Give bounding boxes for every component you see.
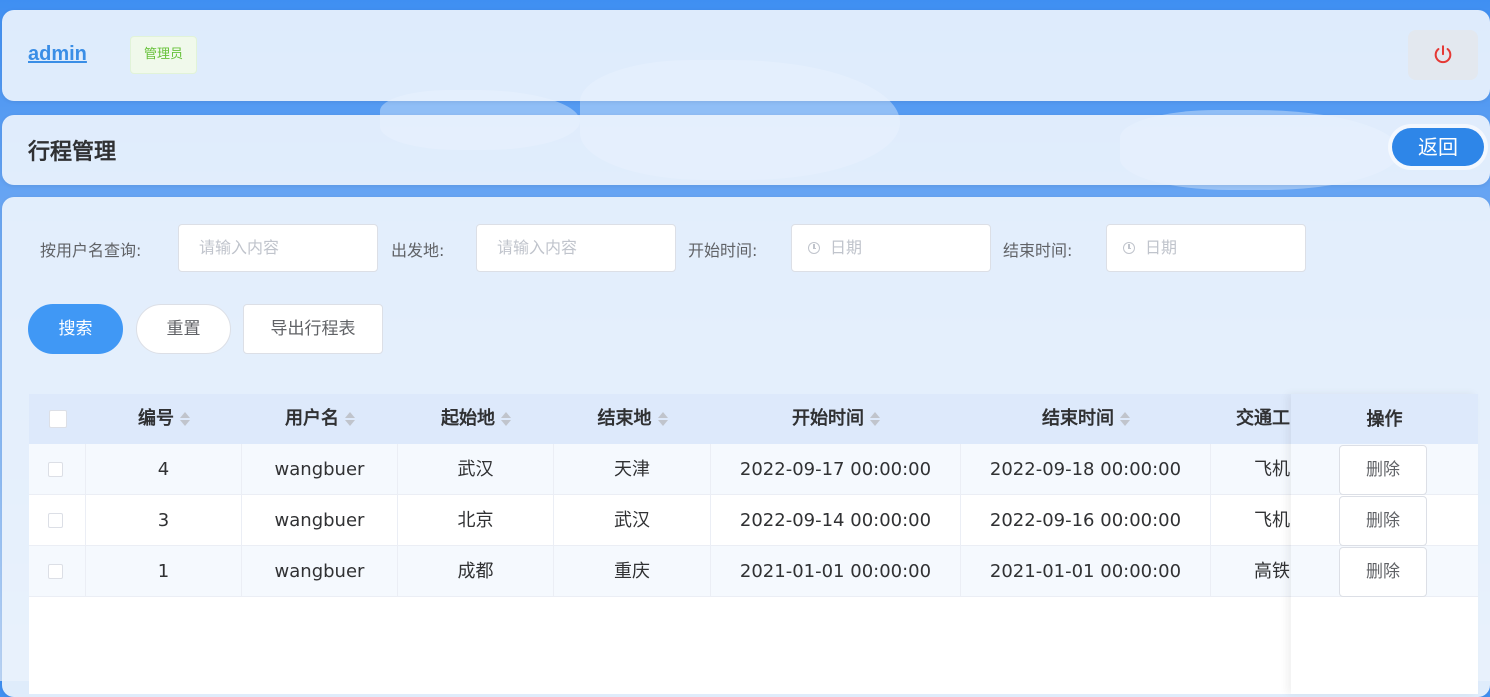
col-start-time[interactable]: 开始时间 (711, 394, 961, 444)
col-id-label: 编号 (138, 408, 174, 429)
table-header: 编号 用户名 起始地 结束地 开始时间 结束时间 交通工 (29, 394, 1478, 444)
reset-button[interactable]: 重置 (136, 304, 231, 354)
row-checkbox[interactable] (48, 564, 63, 579)
table-row: 1 wangbuer 成都 重庆 2021-01-01 00:00:00 202… (29, 546, 1478, 597)
end-time-label: 结束时间: (1003, 241, 1073, 260)
role-badge: 管理员 (130, 36, 198, 74)
table-row: 4 wangbuer 武汉 天津 2022-09-17 00:00:00 202… (29, 444, 1478, 495)
row-checkbox[interactable] (48, 462, 63, 477)
username-filter-label: 按用户名查询: (40, 241, 142, 260)
departure-input[interactable]: 请输入内容 (476, 224, 676, 272)
title-bar: 行程管理 返回 (2, 115, 1490, 185)
cell-start-time: 2022-09-14 00:00:00 (711, 495, 961, 546)
search-button[interactable]: 搜索 (28, 304, 123, 354)
cell-to: 武汉 (554, 495, 711, 546)
start-date-placeholder: 日期 (830, 238, 863, 257)
table-row: 3 wangbuer 北京 武汉 2022-09-14 00:00:00 202… (29, 495, 1478, 546)
username-search-placeholder: 请输入内容 (199, 238, 280, 257)
export-trips-button[interactable]: 导出行程表 (243, 304, 383, 354)
delete-button[interactable]: 删除 (1339, 496, 1427, 546)
sort-icon[interactable] (870, 412, 880, 426)
cell-end-time: 2021-01-01 00:00:00 (961, 546, 1211, 597)
start-time-label: 开始时间: (688, 241, 758, 260)
operations-column: 操作 删除 删除 删除 (1291, 394, 1478, 694)
cell-end-time: 2022-09-18 00:00:00 (961, 444, 1211, 495)
col-end-label: 结束时间 (1042, 408, 1114, 429)
top-header: admin 管理员 (2, 10, 1490, 101)
end-date-placeholder: 日期 (1145, 238, 1178, 257)
cell-username: wangbuer (242, 444, 398, 495)
delete-button[interactable]: 删除 (1339, 547, 1427, 597)
cell-from: 北京 (398, 495, 554, 546)
cell-from: 成都 (398, 546, 554, 597)
logout-button[interactable] (1408, 30, 1478, 80)
operations-cell: 删除 (1291, 444, 1478, 495)
end-date-picker[interactable]: 日期 (1106, 224, 1306, 272)
cell-start-time: 2022-09-17 00:00:00 (711, 444, 961, 495)
col-username-label: 用户名 (285, 408, 339, 429)
power-icon (1434, 45, 1452, 64)
page-title: 行程管理 (28, 140, 117, 165)
trips-table: 编号 用户名 起始地 结束地 开始时间 结束时间 交通工 4 wangbuer … (29, 394, 1478, 694)
col-username[interactable]: 用户名 (242, 394, 398, 444)
cell-end-time: 2022-09-16 00:00:00 (961, 495, 1211, 546)
col-end-time[interactable]: 结束时间 (961, 394, 1211, 444)
sort-icon[interactable] (1120, 412, 1130, 426)
departure-placeholder: 请输入内容 (497, 238, 578, 257)
cell-to: 天津 (554, 444, 711, 495)
col-to-label: 结束地 (597, 408, 652, 429)
clock-icon (1123, 242, 1135, 254)
cell-to: 重庆 (554, 546, 711, 597)
row-select-cell (29, 444, 86, 495)
cell-id: 3 (86, 495, 242, 546)
cell-start-time: 2021-01-01 00:00:00 (711, 546, 961, 597)
col-operations: 操作 (1291, 394, 1478, 444)
delete-button[interactable]: 删除 (1339, 445, 1427, 495)
cell-id: 1 (86, 546, 242, 597)
col-from[interactable]: 起始地 (398, 394, 554, 444)
cell-username: wangbuer (242, 546, 398, 597)
sort-icon[interactable] (180, 412, 190, 426)
username-link[interactable]: admin (28, 43, 87, 66)
sort-icon[interactable] (345, 412, 355, 426)
col-id[interactable]: 编号 (86, 394, 242, 444)
cell-username: wangbuer (242, 495, 398, 546)
row-select-cell (29, 546, 86, 597)
cell-from: 武汉 (398, 444, 554, 495)
username-search-input[interactable]: 请输入内容 (178, 224, 378, 272)
col-start-label: 开始时间 (792, 408, 864, 429)
col-from-label: 起始地 (441, 408, 495, 429)
col-to[interactable]: 结束地 (554, 394, 711, 444)
operations-cell: 删除 (1291, 546, 1478, 597)
operations-cell: 删除 (1291, 495, 1478, 546)
row-select-cell (29, 495, 86, 546)
select-all-checkbox[interactable] (49, 410, 67, 428)
back-button[interactable]: 返回 (1392, 128, 1484, 166)
row-checkbox[interactable] (48, 513, 63, 528)
cell-id: 4 (86, 444, 242, 495)
departure-filter-label: 出发地: (391, 241, 445, 260)
start-date-picker[interactable]: 日期 (791, 224, 991, 272)
clock-icon (808, 242, 820, 254)
sort-icon[interactable] (501, 412, 511, 426)
sort-icon[interactable] (657, 412, 668, 426)
main-panel: 按用户名查询: 请输入内容 出发地: 请输入内容 开始时间: 日期 结束时间: … (2, 197, 1490, 697)
